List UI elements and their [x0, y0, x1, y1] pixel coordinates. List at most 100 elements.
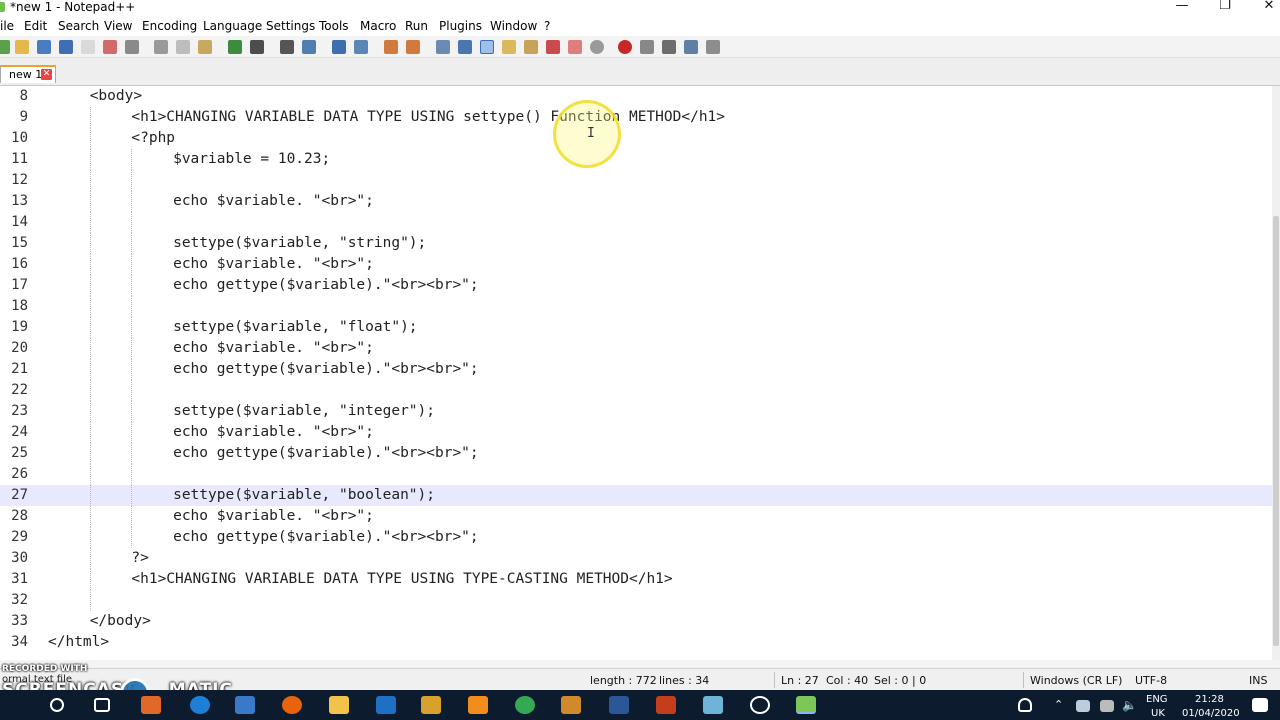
- screencast-app-icon[interactable]: [141, 696, 161, 714]
- code-line[interactable]: 31 <h1>CHANGING VARIABLE DATA TYPE USING …: [0, 569, 1272, 590]
- replace-icon[interactable]: [302, 40, 316, 54]
- code-editor[interactable]: 34 </html> 33 </body> 32 31 <h1>CHANGING VARIA…: [0, 86, 1272, 667]
- close-file-icon[interactable]: [81, 40, 95, 54]
- code-line[interactable]: 23 settype($variable, "integer");: [0, 401, 1272, 422]
- copy-icon[interactable]: [176, 40, 190, 54]
- menu-run[interactable]: Run: [405, 19, 428, 33]
- save-icon[interactable]: [37, 40, 51, 54]
- play-macro-icon[interactable]: [662, 40, 676, 54]
- menu-macro[interactable]: Macro: [360, 19, 396, 33]
- save-macro-icon[interactable]: [706, 40, 720, 54]
- code-line[interactable]: 28 echo $variable. "<br>";: [0, 506, 1272, 527]
- powerpoint-icon[interactable]: [656, 696, 676, 714]
- code-line[interactable]: 11 $variable = 10.23;: [0, 149, 1272, 170]
- save-all-icon[interactable]: [59, 40, 73, 54]
- code-line[interactable]: 24 echo $variable. "<br>";: [0, 422, 1272, 443]
- run-macro-multiple-icon[interactable]: [684, 40, 698, 54]
- menu-settings[interactable]: Settings: [266, 19, 315, 33]
- code-line[interactable]: 20 echo $variable. "<br>";: [0, 338, 1272, 359]
- find-icon[interactable]: [280, 40, 294, 54]
- store-icon[interactable]: [235, 696, 255, 714]
- redo-icon[interactable]: [250, 40, 264, 54]
- code-line[interactable]: 29 echo gettype($variable)."<br><br>";: [0, 527, 1272, 548]
- notifications-icon[interactable]: [1252, 698, 1268, 712]
- open-file-icon[interactable]: [15, 40, 29, 54]
- cortana-icon[interactable]: [750, 696, 770, 714]
- menu-plugins[interactable]: Plugins: [439, 19, 482, 33]
- code-line[interactable]: 21 echo gettype($variable)."<br><br>";: [0, 359, 1272, 380]
- tray-overflow-chevron-icon[interactable]: ⌃: [1054, 699, 1063, 711]
- code-line[interactable]: 30 ?>: [0, 548, 1272, 569]
- paste-icon[interactable]: [198, 40, 212, 54]
- code-line[interactable]: 10 <?php: [0, 128, 1272, 149]
- word-icon[interactable]: [609, 696, 629, 714]
- minimize-button[interactable]: —: [1162, 0, 1202, 16]
- code-line[interactable]: 17 echo gettype($variable)."<br><br>";: [0, 275, 1272, 296]
- code-line[interactable]: 33 </body>: [0, 611, 1272, 632]
- menu-view[interactable]: View: [104, 19, 132, 33]
- xampp-icon[interactable]: [421, 696, 441, 714]
- task-view-icon[interactable]: [94, 698, 110, 712]
- new-file-icon[interactable]: [0, 40, 10, 54]
- code-line[interactable]: 8 <body>: [0, 86, 1272, 107]
- code-line[interactable]: 34 </html>: [0, 632, 1272, 653]
- show-all-characters-icon[interactable]: [458, 40, 472, 54]
- code-line[interactable]: 22: [0, 380, 1272, 401]
- volume-icon[interactable]: 🔈: [1122, 699, 1137, 711]
- indent-guide-icon[interactable]: [480, 40, 494, 54]
- sync-vertical-icon[interactable]: [384, 40, 398, 54]
- close-button[interactable]: ✕: [1249, 0, 1280, 16]
- user-language-icon[interactable]: [502, 40, 516, 54]
- menu-encoding[interactable]: Encoding: [142, 19, 197, 33]
- chrome-icon[interactable]: [515, 696, 535, 714]
- code-line[interactable]: 19 settype($variable, "float");: [0, 317, 1272, 338]
- code-line[interactable]: 9 <h1>CHANGING VARIABLE DATA TYPE USING s…: [0, 107, 1272, 128]
- monitoring-icon[interactable]: [590, 40, 604, 54]
- close-all-icon[interactable]: [103, 40, 117, 54]
- file-explorer-icon[interactable]: [329, 696, 349, 714]
- document-map-icon[interactable]: [524, 40, 538, 54]
- horizontal-scrollbar[interactable]: [0, 660, 1280, 668]
- menu-file[interactable]: ile: [0, 19, 14, 33]
- code-line[interactable]: 13 echo $variable. "<br>";: [0, 191, 1272, 212]
- folder-workspace-icon[interactable]: [568, 40, 582, 54]
- code-line[interactable]: 18: [0, 296, 1272, 317]
- language-indicator[interactable]: ENG: [1146, 694, 1168, 706]
- stop-macro-icon[interactable]: [640, 40, 654, 54]
- code-line[interactable]: 32: [0, 590, 1272, 611]
- undo-icon[interactable]: [228, 40, 242, 54]
- code-line[interactable]: 25 echo gettype($variable)."<br><br>";: [0, 443, 1272, 464]
- zoom-in-icon[interactable]: [332, 40, 346, 54]
- menu-tools[interactable]: Tools: [319, 19, 349, 33]
- print-icon[interactable]: [125, 40, 139, 54]
- edge-browser-icon[interactable]: [190, 696, 210, 714]
- code-line[interactable]: 12: [0, 170, 1272, 191]
- code-line[interactable]: 27 settype($variable, "boolean");: [0, 485, 1272, 506]
- menu-edit[interactable]: Edit: [24, 19, 47, 33]
- menu-search[interactable]: Search: [58, 19, 99, 33]
- tab-new-1[interactable]: new 1 ✕: [0, 65, 56, 83]
- app-icon[interactable]: [703, 696, 723, 714]
- menu-language[interactable]: Language: [203, 19, 262, 33]
- sync-horizontal-icon[interactable]: [406, 40, 420, 54]
- network-icon[interactable]: [1076, 700, 1090, 712]
- vertical-scrollbar[interactable]: [1272, 86, 1280, 667]
- battery-icon[interactable]: [1100, 700, 1114, 712]
- record-macro-icon[interactable]: [618, 40, 632, 54]
- code-line[interactable]: 14: [0, 212, 1272, 233]
- code-line[interactable]: 26: [0, 464, 1272, 485]
- media-player-icon[interactable]: [561, 696, 581, 714]
- scrollbar-thumb[interactable]: [1273, 216, 1279, 646]
- cut-icon[interactable]: [154, 40, 168, 54]
- firefox-icon[interactable]: [282, 696, 302, 714]
- tab-close-icon[interactable]: ✕: [41, 69, 52, 80]
- code-line[interactable]: 16 echo $variable. "<br>";: [0, 254, 1272, 275]
- clock-time[interactable]: 21:28: [1195, 694, 1224, 706]
- people-icon[interactable]: [1018, 698, 1032, 712]
- mail-icon[interactable]: [376, 696, 396, 714]
- restore-button[interactable]: ❐: [1205, 0, 1245, 16]
- menu-help[interactable]: ?: [544, 19, 550, 33]
- notepadpp-taskbar-icon[interactable]: [796, 696, 816, 714]
- zoom-out-icon[interactable]: [354, 40, 368, 54]
- sublime-text-icon[interactable]: [468, 696, 488, 714]
